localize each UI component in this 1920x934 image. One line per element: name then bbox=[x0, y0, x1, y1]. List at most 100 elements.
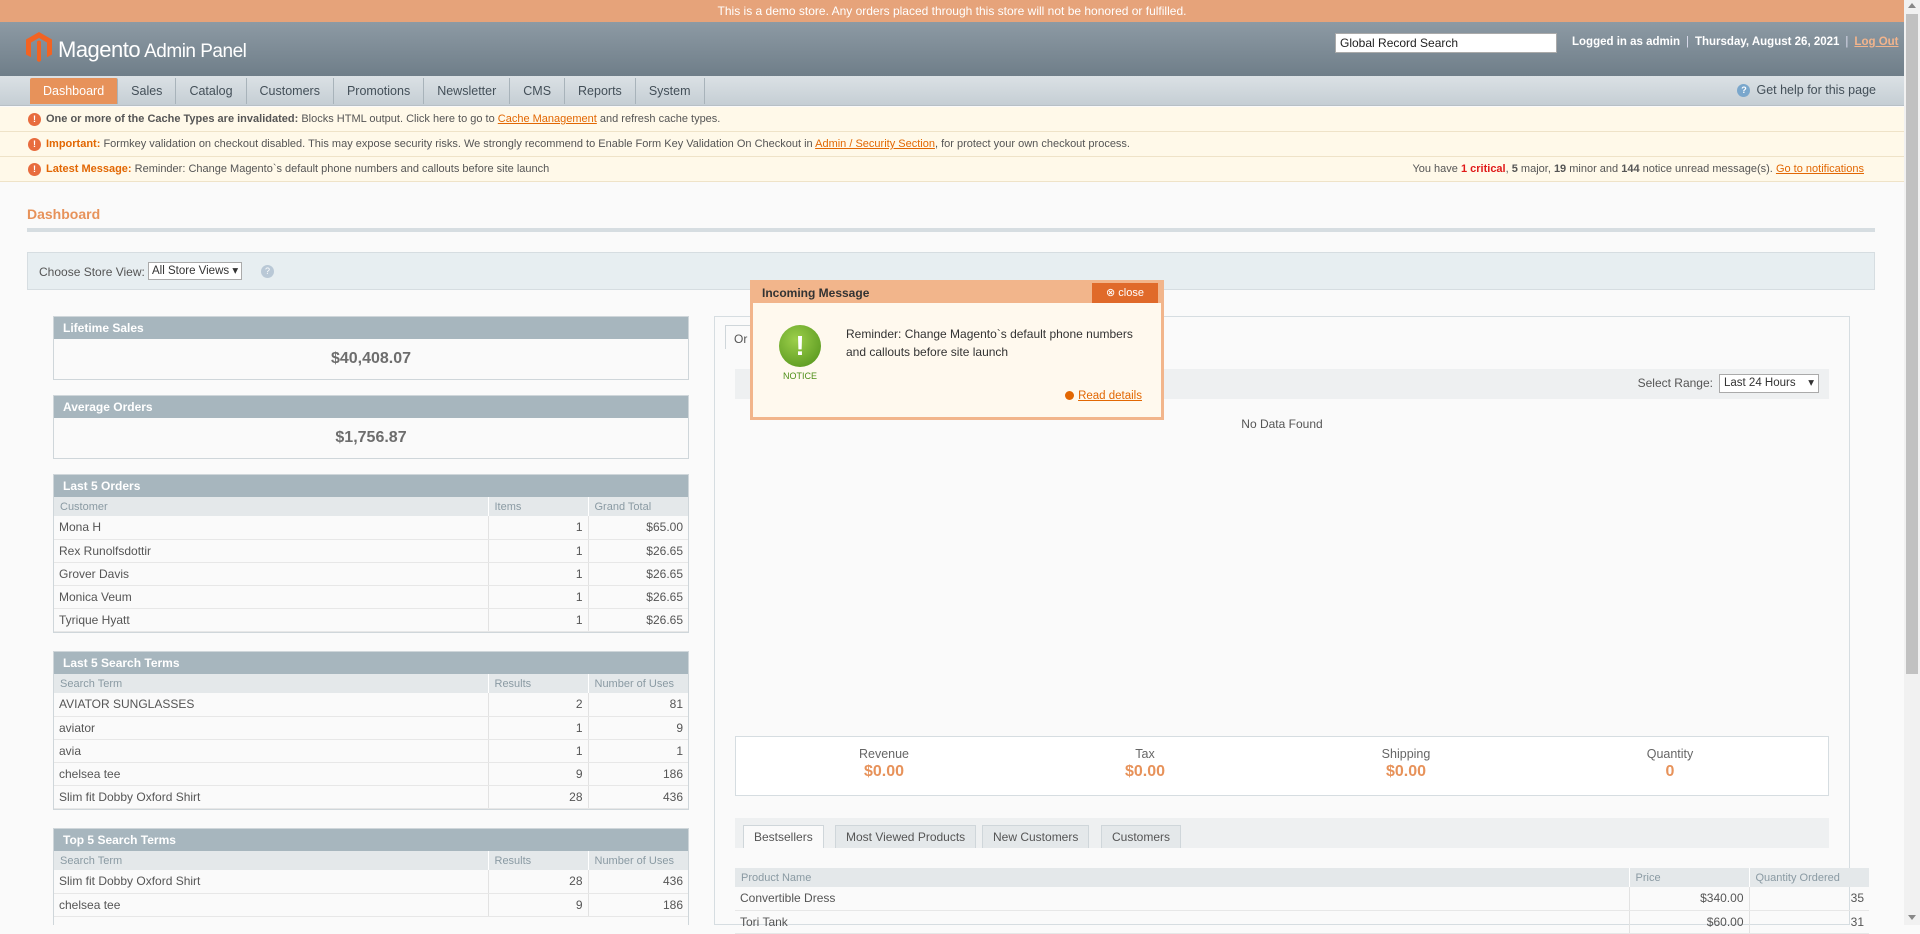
current-date: Thursday, August 26, 2021 bbox=[1694, 36, 1840, 48]
cell-items: 1 bbox=[488, 539, 589, 563]
tab-new-customers[interactable]: New Customers bbox=[982, 825, 1090, 848]
total-value: 0 bbox=[1665, 763, 1675, 780]
close-button[interactable]: ⊗ close bbox=[1092, 283, 1158, 303]
cell-customer: Tyrique Hyatt bbox=[54, 608, 489, 632]
column-header[interactable]: Quantity Ordered bbox=[1749, 868, 1869, 887]
close-icon: ⊗ bbox=[1106, 287, 1116, 299]
column-header[interactable]: Number of Uses bbox=[588, 851, 688, 870]
help-label: Get help for this page bbox=[1756, 83, 1876, 97]
table-row[interactable]: Rex Runolfsdottir 1 $26.65 bbox=[54, 539, 688, 563]
table-row[interactable]: chelsea tee 9 186 bbox=[54, 893, 688, 917]
close-label: close bbox=[1118, 287, 1144, 299]
total-quantity: Quantity 0 bbox=[1590, 747, 1750, 781]
read-details-link[interactable]: Read details bbox=[1065, 390, 1142, 402]
table-row[interactable]: avia 1 1 bbox=[54, 739, 688, 763]
column-header[interactable]: Grand Total bbox=[588, 497, 688, 516]
table-row[interactable]: aviator 1 9 bbox=[54, 716, 688, 740]
popup-title: Incoming Message bbox=[762, 286, 870, 300]
admin-header: MagentoAdmin Panel Logged in as admin|Th… bbox=[0, 22, 1904, 76]
nav-item-reports[interactable]: Reports bbox=[565, 78, 636, 104]
cell-search-term: aviator bbox=[54, 716, 489, 740]
logged-in-label: Logged in as admin bbox=[1572, 36, 1680, 48]
nav-item-system[interactable]: System bbox=[636, 78, 705, 104]
title-divider bbox=[27, 228, 1875, 232]
nav-item-cms[interactable]: CMS bbox=[510, 78, 566, 104]
cell-search-term: chelsea tee bbox=[54, 893, 489, 917]
help-link[interactable]: ? Get help for this page bbox=[1737, 83, 1876, 97]
column-header[interactable]: Search Term bbox=[54, 674, 489, 693]
cell-total: $26.65 bbox=[588, 562, 688, 586]
tab-customers[interactable]: Customers bbox=[1101, 825, 1182, 848]
cell-results: 2 bbox=[488, 693, 589, 717]
cell-price: $340.00 bbox=[1629, 887, 1750, 911]
nav-item-sales[interactable]: Sales bbox=[118, 78, 177, 104]
table-row[interactable]: Tyrique Hyatt 1 $26.65 bbox=[54, 608, 688, 632]
cell-product-name: Convertible Dress bbox=[735, 887, 1630, 911]
cell-search-term: Slim fit Dobby Oxford Shirt bbox=[54, 870, 489, 894]
average-orders-box: Average Orders $1,756.87 bbox=[53, 395, 689, 459]
column-header[interactable]: Search Term bbox=[54, 851, 489, 870]
help-icon[interactable]: ? bbox=[261, 265, 274, 278]
cell-total: $26.65 bbox=[588, 585, 688, 609]
table-row[interactable]: AVIATOR SUNGLASSES 2 81 bbox=[54, 693, 688, 717]
cell-total: $26.65 bbox=[588, 539, 688, 563]
total-tax: Tax $0.00 bbox=[1065, 747, 1225, 781]
brand-subtitle: Admin Panel bbox=[144, 41, 247, 62]
column-header[interactable]: Items bbox=[488, 497, 589, 516]
column-header[interactable]: Price bbox=[1629, 868, 1750, 887]
nav-item-newsletter[interactable]: Newsletter bbox=[424, 78, 511, 104]
popup-message: Reminder: Change Magento`s default phone… bbox=[846, 327, 1133, 359]
cell-results: 28 bbox=[488, 870, 589, 894]
tab-bestsellers[interactable]: Bestsellers bbox=[743, 825, 824, 848]
nav-item-customers[interactable]: Customers bbox=[247, 78, 334, 104]
column-header[interactable]: Number of Uses bbox=[588, 674, 688, 693]
tab-most-viewed[interactable]: Most Viewed Products bbox=[835, 825, 977, 848]
average-orders-title: Average Orders bbox=[54, 396, 688, 418]
table-row[interactable]: Slim fit Dobby Oxford Shirt 28 436 bbox=[54, 870, 688, 894]
cell-items: 1 bbox=[488, 585, 589, 609]
total-value: $0.00 bbox=[1124, 763, 1166, 780]
latest-message-notice: ! Latest Message: Reminder: Change Magen… bbox=[0, 157, 1904, 182]
scrollbar-thumb[interactable] bbox=[1906, 14, 1918, 674]
column-header[interactable]: Customer bbox=[54, 497, 489, 516]
warning-icon: ! bbox=[28, 138, 41, 151]
incoming-message-popup: Incoming Message ⊗ close ! NOTICE Remind… bbox=[750, 280, 1164, 420]
notifications-link[interactable]: Go to notifications bbox=[1776, 163, 1864, 175]
logout-link[interactable]: Log Out bbox=[1854, 36, 1898, 48]
nav-item-dashboard[interactable]: Dashboard bbox=[30, 78, 119, 104]
bullet-icon bbox=[1065, 391, 1075, 400]
table-row[interactable]: Tori Tank $60.00 31 bbox=[735, 910, 1869, 934]
table-row[interactable]: Monica Veum 1 $26.65 bbox=[54, 585, 688, 609]
nav-item-promotions[interactable]: Promotions bbox=[334, 78, 425, 104]
cache-management-link[interactable]: Cache Management bbox=[498, 113, 597, 125]
table-row[interactable]: chelsea tee 9 186 bbox=[54, 762, 688, 786]
scroll-down-icon[interactable] bbox=[1908, 915, 1916, 920]
totals-bar: Revenue $0.00 Tax $0.00 Shipping $0.00 Quan… bbox=[735, 736, 1829, 796]
column-header[interactable]: Product Name bbox=[735, 868, 1630, 887]
cell-search-term: Slim fit Dobby Oxford Shirt bbox=[54, 785, 489, 809]
range-select[interactable]: Last 24 Hours ▾ bbox=[1719, 374, 1819, 393]
scroll-up-icon[interactable] bbox=[1908, 3, 1916, 8]
range-value: Last 24 Hours bbox=[1724, 377, 1796, 389]
demo-store-notice: This is a demo store. Any orders placed … bbox=[0, 0, 1904, 22]
last-orders-table: Customer Items Grand Total Mona H 1 $65.00 R… bbox=[54, 497, 688, 632]
column-header[interactable]: Results bbox=[488, 674, 589, 693]
important-tail: , for protect your own checkout process. bbox=[934, 138, 1130, 150]
security-section-link[interactable]: Admin / Security Section bbox=[815, 138, 935, 150]
cell-price: $60.00 bbox=[1629, 910, 1750, 934]
cell-quantity: 31 bbox=[1749, 910, 1869, 934]
top-search-terms-box: Top 5 Search Terms Search Term Results Num… bbox=[53, 828, 689, 925]
cell-results: 28 bbox=[488, 785, 589, 809]
table-row[interactable]: Grover Davis 1 $26.65 bbox=[54, 562, 688, 586]
product-tabs: Bestsellers Most Viewed Products New Cus… bbox=[735, 818, 1829, 848]
table-row[interactable]: Slim fit Dobby Oxford Shirt 28 436 bbox=[54, 785, 688, 809]
table-row[interactable]: Mona H 1 $65.00 bbox=[54, 516, 688, 540]
table-row[interactable]: Convertible Dress $340.00 35 bbox=[735, 887, 1869, 911]
nav-item-catalog[interactable]: Catalog bbox=[176, 78, 247, 104]
store-view-select[interactable]: All Store Views ▾ bbox=[148, 262, 243, 280]
column-header[interactable]: Results bbox=[488, 851, 589, 870]
cell-items: 1 bbox=[488, 608, 589, 632]
global-search-input[interactable] bbox=[1335, 33, 1557, 53]
summary-prefix: You have bbox=[1412, 163, 1461, 175]
last-search-terms-title: Last 5 Search Terms bbox=[54, 652, 688, 674]
